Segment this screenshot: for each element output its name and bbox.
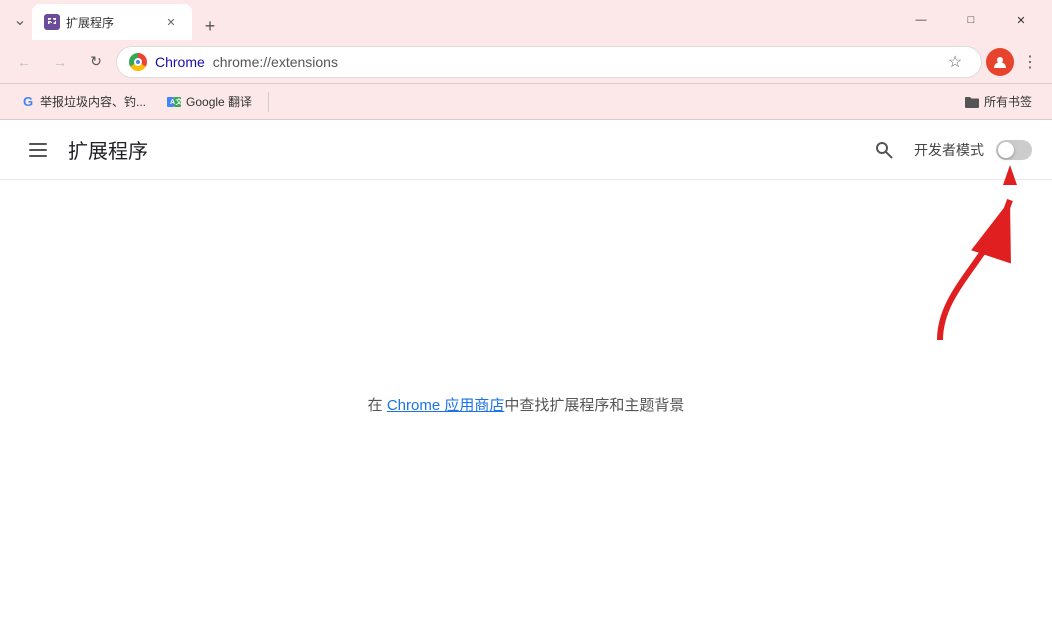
address-url: chrome://extensions	[213, 54, 338, 70]
forward-button[interactable]: →	[44, 46, 76, 78]
address-bar[interactable]: Chrome chrome://extensions ☆	[116, 46, 982, 78]
title-bar: ⌄ 扩展程序 ✕ + — □ ✕	[0, 0, 1052, 40]
navigation-bar: ← → ↻ Chrome chrome://extensions ☆ ⋮	[0, 40, 1052, 84]
tab-list-arrow[interactable]: ⌄	[8, 8, 32, 32]
svg-text:文: 文	[176, 97, 183, 106]
window-controls: — □ ✕	[898, 4, 1044, 36]
chrome-menu-button[interactable]: ⋮	[1016, 48, 1044, 76]
bookmarks-right-section: 所有书签	[956, 89, 1040, 114]
sidebar-toggle-button[interactable]	[20, 132, 56, 168]
chrome-store-link[interactable]: Chrome 应用商店	[387, 397, 505, 414]
active-tab[interactable]: 扩展程序 ✕	[32, 4, 192, 40]
toggle-knob	[998, 142, 1014, 158]
refresh-button[interactable]: ↻	[80, 46, 112, 78]
profile-button[interactable]	[986, 48, 1014, 76]
new-tab-button[interactable]: +	[196, 12, 224, 40]
tab-area: 扩展程序 ✕ +	[32, 0, 224, 40]
all-bookmarks-label: 所有书签	[984, 93, 1032, 110]
tab-title: 扩展程序	[66, 14, 114, 31]
page-content: 扩展程序 开发者模式 在 Chrome 应用商店中查找扩展程序和主题背景	[0, 120, 1052, 632]
empty-state-container: 在 Chrome 应用商店中查找扩展程序和主题背景	[0, 180, 1052, 632]
tab-strip: ⌄ 扩展程序 ✕ +	[8, 0, 898, 40]
bookmark-label-translate: Google 翻译	[186, 93, 252, 110]
all-bookmarks-button[interactable]: 所有书签	[956, 89, 1040, 114]
svg-text:A: A	[170, 99, 175, 106]
extensions-header-right: 开发者模式	[866, 132, 1032, 168]
extensions-header: 扩展程序 开发者模式	[0, 120, 1052, 180]
bookmark-label-report: 举报垃圾内容、钓...	[40, 93, 146, 110]
empty-state-text: 在 Chrome 应用商店中查找扩展程序和主题背景	[368, 394, 685, 418]
bookmark-icon-g1: G	[20, 94, 36, 110]
developer-mode-toggle[interactable]	[996, 140, 1032, 160]
tab-close-button[interactable]: ✕	[162, 13, 180, 31]
bookmark-item-translate[interactable]: A 文 Google 翻译	[158, 89, 260, 114]
back-button[interactable]: ←	[8, 46, 40, 78]
chrome-label: Chrome	[155, 54, 205, 70]
developer-mode-label: 开发者模式	[914, 140, 984, 160]
nav-right-buttons: ⋮	[986, 48, 1044, 76]
bookmark-icon-translate: A 文	[166, 94, 182, 110]
address-text: Chrome chrome://extensions	[155, 54, 933, 70]
empty-text-before: 在	[368, 397, 387, 414]
folder-icon	[964, 94, 980, 110]
bookmarks-divider	[268, 92, 269, 112]
close-button[interactable]: ✕	[998, 4, 1044, 36]
extension-tab-icon	[44, 14, 60, 30]
extensions-page-title: 扩展程序	[68, 135, 866, 164]
minimize-button[interactable]: —	[898, 4, 944, 36]
bookmarks-bar: G 举报垃圾内容、钓... A 文 Google 翻译 所有书签	[0, 84, 1052, 120]
extensions-search-button[interactable]	[866, 132, 902, 168]
bookmark-star-button[interactable]: ☆	[941, 48, 969, 76]
maximize-button[interactable]: □	[948, 4, 994, 36]
bookmark-item-report[interactable]: G 举报垃圾内容、钓...	[12, 89, 154, 114]
chrome-logo-icon	[129, 53, 147, 71]
empty-text-after: 中查找扩展程序和主题背景	[504, 397, 684, 414]
